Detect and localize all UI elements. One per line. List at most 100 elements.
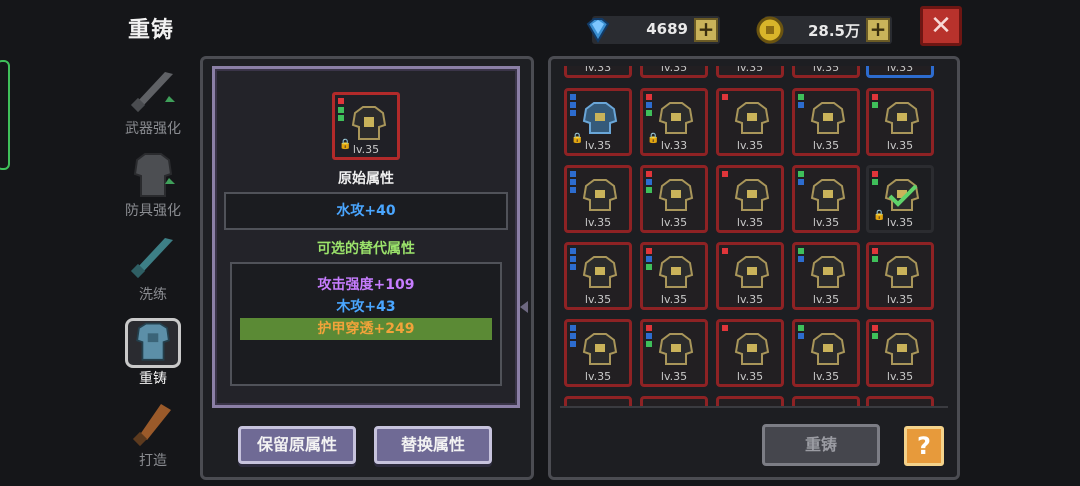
inventory-slot[interactable]: lv.35 bbox=[640, 66, 708, 78]
item-level: lv.35 bbox=[812, 139, 840, 152]
armor-icon bbox=[734, 256, 770, 288]
inventory-slot[interactable]: lv.35 bbox=[640, 319, 708, 387]
gem-icon bbox=[646, 248, 652, 254]
armor-icon bbox=[582, 333, 618, 365]
inventory-slot[interactable]: lv.35 bbox=[716, 88, 784, 156]
item-level: lv.35 bbox=[736, 66, 764, 74]
inventory-slot[interactable]: 🔒 lv.33 bbox=[640, 88, 708, 156]
alt-attr-option[interactable]: 木攻+43 bbox=[232, 296, 500, 318]
add-gold-button[interactable]: + bbox=[866, 18, 890, 42]
inventory-slot[interactable]: lv.35 bbox=[716, 66, 784, 78]
sidebar-item-craft[interactable]: 打造 bbox=[118, 400, 188, 470]
gem-icon bbox=[872, 256, 878, 262]
gem-icon bbox=[646, 102, 652, 108]
inventory-slot[interactable]: lv.35 bbox=[716, 242, 784, 310]
gem-currency: 4689 + bbox=[586, 16, 720, 44]
inventory-slot[interactable]: lv.35 bbox=[640, 242, 708, 310]
gold-currency: 28.5万 + bbox=[756, 16, 892, 44]
reforge-button[interactable]: 重铸 bbox=[762, 424, 880, 466]
item-level: lv.35 bbox=[812, 293, 840, 306]
inventory-slot[interactable]: lv.33 bbox=[866, 66, 934, 78]
inventory-slot[interactable] bbox=[792, 396, 860, 406]
selected-equipment-slot[interactable]: 🔒 lv.35 bbox=[332, 92, 400, 160]
sidebar-item-label: 打造 bbox=[139, 453, 167, 469]
original-attr-box: 水攻+40 bbox=[224, 192, 508, 230]
inventory-grid: lv.33 lv.35 lv.35 lv.35 lv.33 🔒 lv.35 🔒 lv.33 lv.… bbox=[560, 66, 948, 406]
inventory-slot[interactable]: lv.35 bbox=[792, 66, 860, 78]
item-level: lv.35 bbox=[736, 293, 764, 306]
armor-icon bbox=[810, 102, 846, 134]
gem-icon bbox=[570, 102, 576, 108]
gem-icon bbox=[570, 256, 576, 262]
close-button[interactable]: ✕ bbox=[920, 6, 962, 46]
sidebar-item-armor-upgrade[interactable]: 防具强化 bbox=[118, 150, 188, 220]
inventory-slot[interactable]: lv.35 bbox=[792, 88, 860, 156]
armor-icon bbox=[658, 102, 694, 134]
sidebar-item-label: 防具强化 bbox=[125, 203, 181, 219]
item-level: lv.35 bbox=[584, 139, 612, 152]
gem-icon bbox=[872, 171, 878, 177]
item-level: lv.35 bbox=[736, 370, 764, 383]
inventory-slot[interactable]: lv.35 bbox=[792, 242, 860, 310]
armor-icon bbox=[133, 153, 175, 197]
inventory-slot-selected[interactable]: 🔒 lv.35 bbox=[866, 165, 934, 233]
add-gems-button[interactable]: + bbox=[694, 18, 718, 42]
alt-attr-option[interactable]: 攻击强度+109 bbox=[232, 274, 500, 296]
gem-icon bbox=[570, 171, 576, 177]
help-button[interactable]: ? bbox=[904, 426, 944, 466]
sidebar-item-weapon-upgrade[interactable]: 武器强化 bbox=[118, 68, 188, 138]
inventory-slot[interactable]: lv.35 bbox=[564, 319, 632, 387]
armor-icon bbox=[810, 333, 846, 365]
checkmark-icon bbox=[884, 179, 920, 211]
armor-icon bbox=[351, 106, 387, 140]
gem-icon bbox=[722, 325, 728, 331]
replace-attr-button[interactable]: 替换属性 bbox=[374, 426, 492, 464]
keep-original-button[interactable]: 保留原属性 bbox=[238, 426, 356, 464]
item-level: lv.35 bbox=[886, 139, 914, 152]
inventory-slot[interactable]: lv.35 bbox=[792, 165, 860, 233]
gem-icon bbox=[570, 187, 576, 193]
item-level: lv.35 bbox=[812, 216, 840, 229]
armor-icon bbox=[884, 102, 920, 134]
armor-icon bbox=[734, 333, 770, 365]
gem-icon bbox=[570, 94, 576, 100]
inventory-slot[interactable]: lv.35 bbox=[792, 319, 860, 387]
gem-icon bbox=[798, 248, 804, 254]
inventory-slot[interactable]: lv.35 bbox=[866, 319, 934, 387]
gem-green-icon bbox=[338, 115, 344, 121]
inventory-slot[interactable]: lv.35 bbox=[716, 165, 784, 233]
gem-icon bbox=[646, 179, 652, 185]
inventory-slot[interactable]: lv.35 bbox=[716, 319, 784, 387]
inventory-slot[interactable]: lv.35 bbox=[564, 165, 632, 233]
inventory-slot[interactable]: lv.35 bbox=[640, 165, 708, 233]
inventory-slot[interactable] bbox=[640, 396, 708, 406]
armor-icon bbox=[884, 256, 920, 288]
item-level: lv.35 bbox=[584, 370, 612, 383]
item-level: lv.35 bbox=[352, 143, 380, 156]
sidebar-item-reforge[interactable]: 重铸 bbox=[118, 318, 188, 388]
gem-icon bbox=[646, 256, 652, 262]
armor-icon bbox=[734, 179, 770, 211]
alt-attr-option-selected[interactable]: 护甲穿透+249 bbox=[240, 318, 492, 340]
alt-attr-box: 攻击强度+109 木攻+43 护甲穿透+249 bbox=[230, 262, 502, 386]
item-level: lv.35 bbox=[660, 216, 688, 229]
gem-icon bbox=[646, 110, 652, 116]
gem-icon bbox=[872, 248, 878, 254]
inventory-slot[interactable]: lv.35 bbox=[866, 242, 934, 310]
inventory-slot[interactable] bbox=[716, 396, 784, 406]
inventory-slot[interactable]: lv.35 bbox=[564, 242, 632, 310]
item-level: lv.35 bbox=[812, 66, 840, 74]
alt-attr-title: 可选的替代属性 bbox=[317, 241, 415, 257]
gem-icon bbox=[798, 94, 804, 100]
armor-icon bbox=[658, 333, 694, 365]
inventory-slot[interactable]: 🔒 lv.35 bbox=[564, 88, 632, 156]
sidebar-item-refine[interactable]: 洗练 bbox=[118, 234, 188, 304]
gem-icon bbox=[570, 333, 576, 339]
inventory-slot[interactable]: lv.35 bbox=[866, 88, 934, 156]
inventory-slot[interactable] bbox=[564, 396, 632, 406]
inventory-slot[interactable] bbox=[866, 396, 934, 406]
armor-icon bbox=[884, 333, 920, 365]
gem-icon bbox=[722, 248, 728, 254]
sword-icon bbox=[130, 72, 175, 113]
inventory-slot[interactable]: lv.33 bbox=[564, 66, 632, 78]
